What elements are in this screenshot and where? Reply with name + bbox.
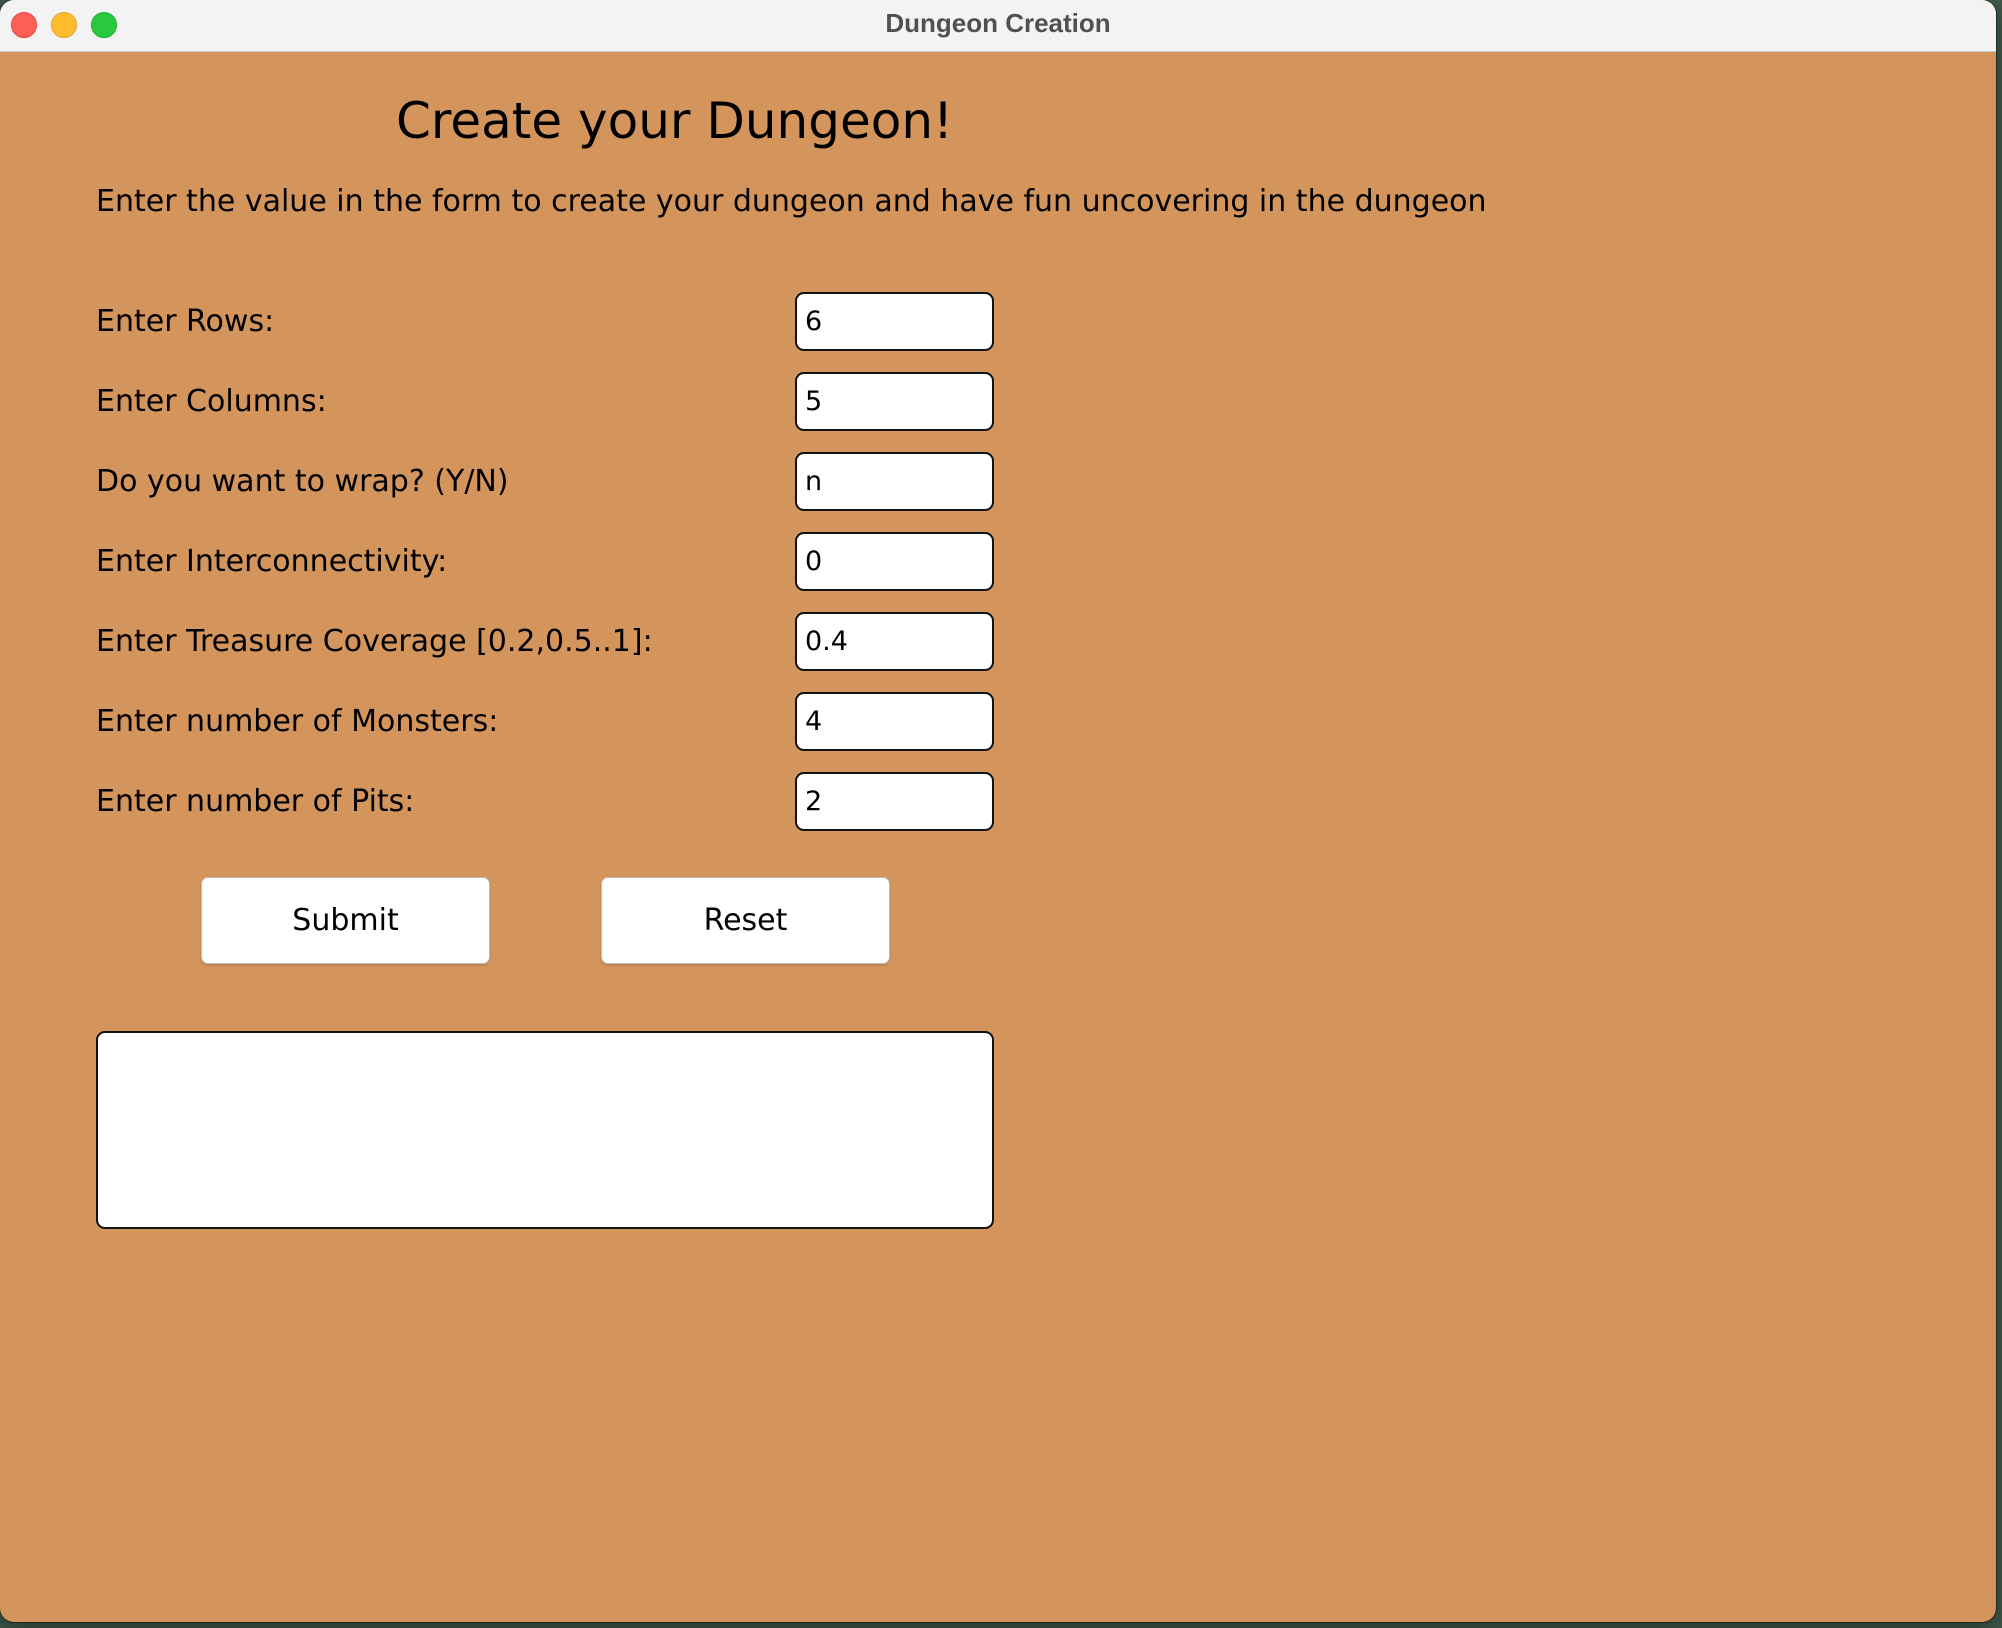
wrap-input[interactable] bbox=[795, 452, 994, 511]
interconnectivity-input[interactable] bbox=[795, 532, 994, 591]
columns-input[interactable] bbox=[795, 372, 994, 431]
title-bar: Dungeon Creation bbox=[0, 0, 1996, 52]
monsters-label: Enter number of Monsters: bbox=[96, 704, 499, 739]
wrap-label: Do you want to wrap? (Y/N) bbox=[96, 464, 509, 499]
submit-button[interactable]: Submit bbox=[201, 877, 490, 964]
pits-label: Enter number of Pits: bbox=[96, 784, 415, 819]
rows-label: Enter Rows: bbox=[96, 304, 275, 339]
columns-label: Enter Columns: bbox=[96, 384, 327, 419]
interconnectivity-label: Enter Interconnectivity: bbox=[96, 544, 448, 579]
rows-input[interactable] bbox=[795, 292, 994, 351]
reset-button[interactable]: Reset bbox=[601, 877, 890, 964]
app-window: Dungeon Creation Create your Dungeon! En… bbox=[0, 0, 1996, 1622]
treasure-coverage-input[interactable] bbox=[795, 612, 994, 671]
treasure-coverage-label: Enter Treasure Coverage [0.2,0.5..1]: bbox=[96, 624, 653, 659]
output-text-area[interactable] bbox=[96, 1031, 994, 1229]
pits-input[interactable] bbox=[795, 772, 994, 831]
monsters-input[interactable] bbox=[795, 692, 994, 751]
page-instructions: Enter the value in the form to create yo… bbox=[96, 184, 1487, 219]
page-title: Create your Dungeon! bbox=[396, 92, 954, 150]
window-title: Dungeon Creation bbox=[885, 8, 1111, 38]
